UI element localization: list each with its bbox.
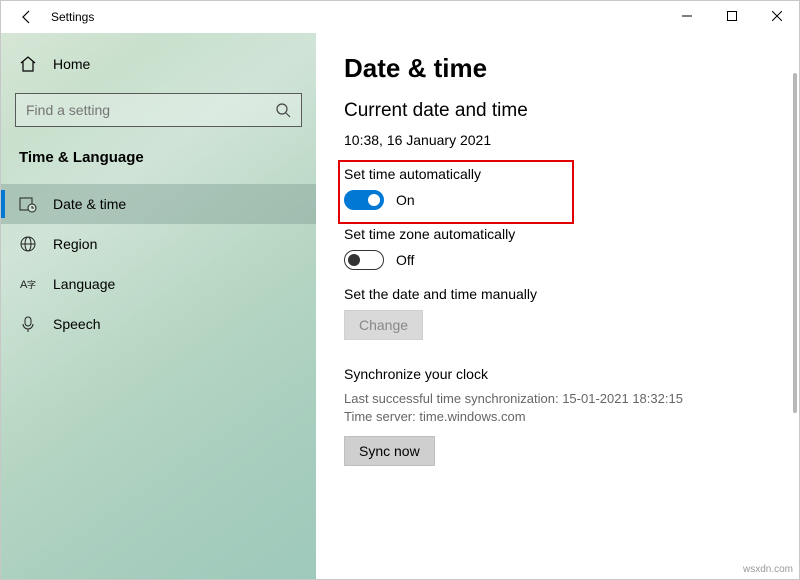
sync-last: Last successful time synchronization: 15… bbox=[344, 390, 771, 408]
sync-section: Synchronize your clock Last successful t… bbox=[344, 366, 771, 466]
window-controls bbox=[664, 1, 799, 31]
main-content: Date & time Current date and time 10:38,… bbox=[316, 33, 799, 579]
window-title: Settings bbox=[51, 10, 94, 24]
sync-info: Last successful time synchronization: 15… bbox=[344, 390, 771, 426]
home-nav[interactable]: Home bbox=[1, 47, 316, 81]
section-current-datetime: Current date and time bbox=[344, 100, 771, 122]
sidebar-item-label: Region bbox=[53, 236, 97, 252]
sidebar-item-label: Speech bbox=[53, 316, 100, 332]
set-time-auto-label: Set time automatically bbox=[344, 166, 771, 182]
set-tz-auto-row: Off bbox=[344, 250, 771, 270]
home-label: Home bbox=[53, 56, 90, 72]
home-icon bbox=[19, 55, 37, 73]
back-button[interactable] bbox=[17, 7, 37, 27]
sidebar: Home Time & Language Date & time Region … bbox=[1, 33, 316, 579]
sidebar-item-speech[interactable]: Speech bbox=[1, 304, 316, 344]
page-title: Date & time bbox=[344, 53, 771, 84]
minimize-button[interactable] bbox=[664, 1, 709, 31]
close-icon bbox=[772, 11, 782, 21]
category-title: Time & Language bbox=[1, 145, 316, 184]
titlebar-left: Settings bbox=[1, 7, 94, 27]
scrollbar[interactable] bbox=[793, 73, 797, 413]
sidebar-item-region[interactable]: Region bbox=[1, 224, 316, 264]
toggle-knob bbox=[368, 194, 380, 206]
globe-icon bbox=[19, 235, 37, 253]
svg-text:字: 字 bbox=[27, 279, 36, 290]
maximize-button[interactable] bbox=[709, 1, 754, 31]
sidebar-item-label: Language bbox=[53, 276, 115, 292]
set-time-auto-row: On bbox=[344, 190, 771, 210]
current-datetime-value: 10:38, 16 January 2021 bbox=[344, 132, 771, 148]
close-button[interactable] bbox=[754, 1, 799, 31]
change-button[interactable]: Change bbox=[344, 310, 423, 340]
search-input[interactable] bbox=[26, 102, 275, 118]
content-row: Home Time & Language Date & time Region … bbox=[1, 33, 799, 579]
set-time-auto-toggle[interactable] bbox=[344, 190, 384, 210]
language-icon: A字 bbox=[19, 275, 37, 293]
nav-list: Date & time Region A字 Language Speech bbox=[1, 184, 316, 344]
sync-server: Time server: time.windows.com bbox=[344, 408, 771, 426]
toggle-knob bbox=[348, 254, 360, 266]
set-time-auto-state: On bbox=[396, 192, 415, 208]
sync-now-button[interactable]: Sync now bbox=[344, 436, 435, 466]
calendar-clock-icon bbox=[19, 195, 37, 213]
sync-label: Synchronize your clock bbox=[344, 366, 771, 382]
set-tz-auto-toggle[interactable] bbox=[344, 250, 384, 270]
maximize-icon bbox=[727, 11, 737, 21]
set-tz-auto-label: Set time zone automatically bbox=[344, 226, 771, 242]
settings-window: Settings Home Time & Language bbox=[0, 0, 800, 580]
sidebar-item-language[interactable]: A字 Language bbox=[1, 264, 316, 304]
microphone-icon bbox=[19, 315, 37, 333]
sidebar-item-label: Date & time bbox=[53, 196, 126, 212]
set-tz-auto-state: Off bbox=[396, 252, 414, 268]
manual-label: Set the date and time manually bbox=[344, 286, 771, 302]
search-icon bbox=[275, 102, 291, 118]
watermark: wsxdn.com bbox=[743, 564, 793, 575]
arrow-left-icon bbox=[19, 9, 35, 25]
sidebar-item-date-time[interactable]: Date & time bbox=[1, 184, 316, 224]
search-input-wrap[interactable] bbox=[15, 93, 302, 127]
minimize-icon bbox=[682, 11, 692, 21]
titlebar: Settings bbox=[1, 1, 799, 33]
